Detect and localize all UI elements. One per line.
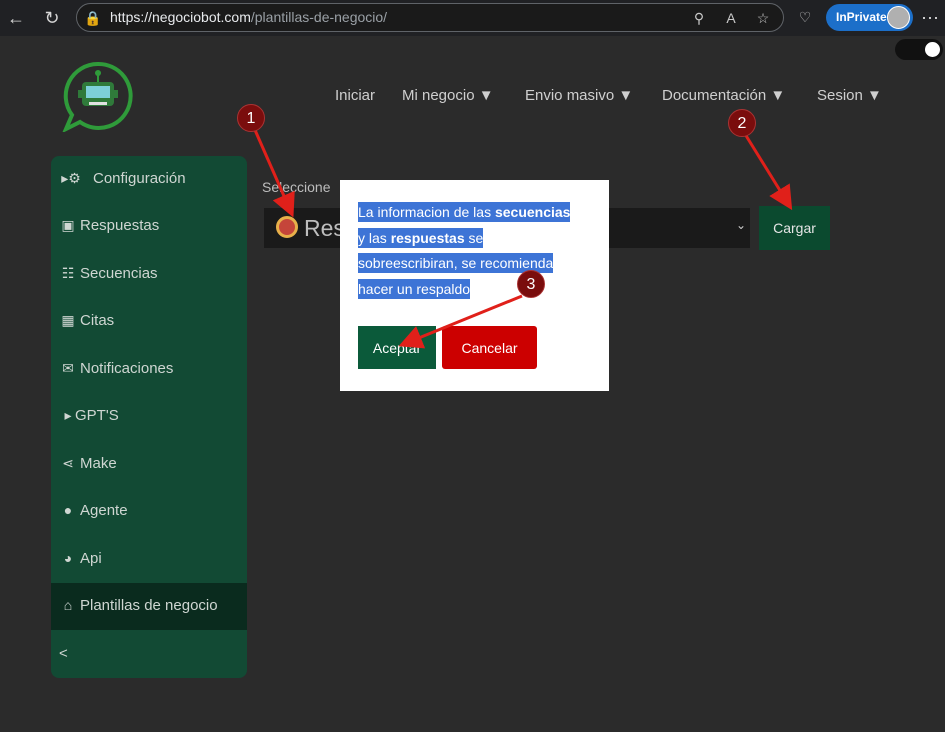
sidebar-item-agente[interactable]: ● Agente (51, 488, 247, 535)
msg-line4: hacer un respaldo (358, 278, 471, 299)
sidebar-item-label: Configuración (93, 170, 186, 187)
calendar-icon: ▦ (61, 312, 75, 328)
sidebar-item-label: Api (80, 550, 102, 567)
cargar-button[interactable]: Cargar (759, 206, 830, 250)
megaphone-icon: ✉ (62, 360, 74, 376)
sidebar-item-label: Citas (80, 312, 115, 329)
sidebar-item-label: Notificaciones (80, 360, 174, 377)
globe-icon: ◕ (63, 550, 73, 566)
nav-documentacion[interactable]: Documentación ▼ (662, 87, 785, 104)
msg-bold-secuencias: secuencias (494, 204, 571, 220)
page: Iniciar Mi negocio ▼ Envio masivo ▼ Docu… (0, 36, 945, 732)
dialog-message: La informacion de las secuencias y las r… (358, 200, 583, 302)
sidebar-item-label: Secuencias (80, 265, 158, 282)
sidebar-item-respuestas[interactable]: ▣ Respuestas (51, 203, 247, 250)
sidebar: ▸⚙ Configuración ▣ Respuestas ☷ Secuenci… (51, 156, 247, 678)
sidebar-collapse-label: < (59, 645, 68, 662)
share-nodes-icon: ⋖ (62, 455, 74, 471)
caret-right-icon: ▸ (64, 407, 72, 423)
theme-toggle[interactable] (895, 39, 943, 60)
sidebar-item-label: Respuestas (80, 217, 160, 234)
browser-toolbar: ← ↻ 🔒 https://negociobot.com/plantillas-… (0, 0, 945, 36)
favorite-star-icon[interactable]: ☆ (753, 8, 773, 28)
reload-icon[interactable]: ↻ (40, 6, 64, 30)
store-icon: ⌂ (63, 597, 73, 613)
sidebar-item-api[interactable]: ◕ Api (51, 536, 247, 583)
sidebar-item-label: GPT'S (75, 407, 119, 424)
inprivate-label: InPrivate (836, 10, 887, 24)
accept-button[interactable]: Aceptar (358, 326, 436, 369)
nav-envio-masivo[interactable]: Envio masivo ▼ (525, 87, 633, 104)
select-label: Seleccione (262, 179, 331, 195)
avatar[interactable] (887, 6, 910, 29)
sitemap-icon: ☷ (61, 265, 75, 281)
sidebar-item-notificaciones[interactable]: ✉ Notificaciones (51, 346, 247, 393)
address-bar[interactable]: 🔒 https://negociobot.com/plantillas-de-n… (76, 3, 784, 32)
sidebar-item-secuencias[interactable]: ☷ Secuencias (51, 251, 247, 298)
robot-icon: ▣ (61, 217, 75, 233)
sidebar-item-label: Agente (80, 502, 128, 519)
nav-mi-negocio[interactable]: Mi negocio ▼ (402, 87, 494, 104)
negociobot-logo (62, 61, 133, 132)
template-icon (276, 216, 298, 238)
sidebar-item-configuracion[interactable]: ▸⚙ Configuración (51, 156, 247, 203)
chevron-down-icon: ⌄ (735, 218, 746, 232)
url-path: /plantillas-de-negocio/ (250, 9, 388, 25)
sidebar-item-make[interactable]: ⋖ Make (51, 441, 247, 488)
msg-bold-respuestas: respuestas (390, 229, 465, 246)
sidebar-item-label: Plantillas de negocio (80, 597, 218, 614)
annotation-badge-1: 1 (237, 104, 265, 132)
msg-line1: La informacion de las (358, 204, 495, 220)
msg-line2-end: se (464, 229, 484, 246)
sidebar-item-plantillas[interactable]: ⌂ Plantillas de negocio (51, 583, 247, 630)
more-menu-icon[interactable]: ⋯ (918, 6, 942, 30)
sidebar-item-citas[interactable]: ▦ Citas (51, 298, 247, 345)
read-aloud-icon[interactable]: A (721, 8, 741, 28)
annotation-badge-2: 2 (728, 109, 756, 137)
gear-icon: ▸⚙ (61, 170, 81, 186)
zoom-icon[interactable]: ⚲ (689, 8, 709, 28)
confirm-dialog: La informacion de las secuencias y las r… (340, 180, 609, 391)
annotation-badge-3: 3 (517, 270, 545, 298)
nav-sesion[interactable]: Sesion ▼ (817, 87, 882, 104)
health-icon[interactable]: ♡ (795, 7, 815, 27)
sidebar-item-gpts[interactable]: ▸ GPT'S (51, 393, 247, 440)
user-icon: ● (63, 502, 73, 518)
url-text: https://negociobot.com/plantillas-de-neg… (110, 9, 387, 25)
lock-icon[interactable]: 🔒 (83, 8, 103, 28)
msg-line2: y las (358, 229, 391, 246)
back-icon[interactable]: ← (4, 6, 28, 30)
msg-line3: sobreescribiran, se recomienda (358, 253, 554, 273)
inprivate-badge[interactable]: InPrivate (826, 4, 913, 31)
cancel-button[interactable]: Cancelar (442, 326, 537, 369)
sidebar-item-label: Make (80, 455, 117, 472)
select-value: Res (304, 215, 345, 241)
sidebar-collapse-button[interactable]: < (51, 631, 247, 678)
url-host: https://negociobot.com (110, 9, 251, 25)
nav-iniciar[interactable]: Iniciar (335, 87, 375, 104)
